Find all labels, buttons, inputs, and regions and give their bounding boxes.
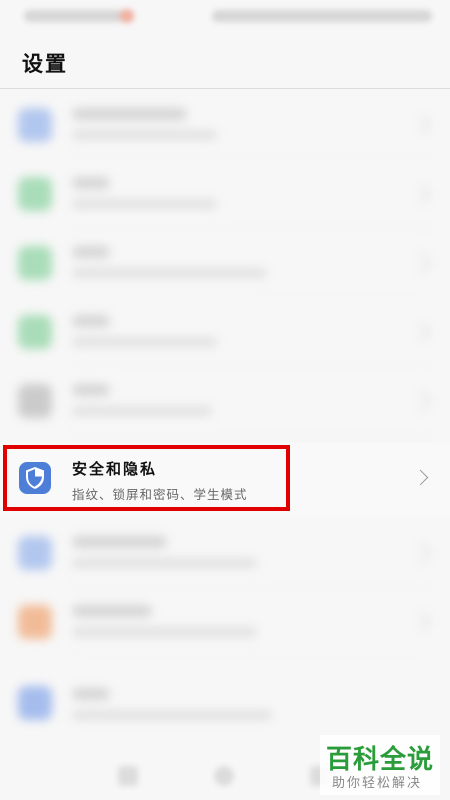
row-divider: [72, 434, 432, 435]
settings-app-icon: [18, 384, 52, 418]
chevron-right-icon: [411, 612, 431, 632]
settings-row-2[interactable]: [0, 159, 450, 228]
row-title-placeholder: [72, 688, 110, 700]
row-subtitle-placeholder: [72, 268, 267, 278]
settings-row-4[interactable]: [0, 297, 450, 366]
row-subtitle-placeholder: [72, 130, 217, 140]
row-subtitle-placeholder: [72, 199, 217, 209]
status-bar-left-indicators: [24, 10, 134, 22]
settings-list-lower: [0, 518, 450, 656]
row-title-placeholder: [72, 177, 110, 189]
highlight-annotation-box: [3, 445, 290, 511]
settings-list: [0, 90, 450, 435]
watermark-title: 百科全说: [326, 745, 435, 775]
chevron-right-icon: [412, 469, 429, 486]
chevron-right-icon: [411, 253, 431, 273]
settings-row-3[interactable]: [0, 228, 450, 297]
settings-row-5[interactable]: [0, 366, 450, 435]
row-subtitle-placeholder: [72, 627, 257, 637]
settings-row-7[interactable]: [0, 518, 450, 587]
row-title-placeholder: [72, 315, 110, 327]
chevron-right-icon: [411, 184, 431, 204]
chevron-right-icon: [411, 391, 431, 411]
row-subtitle-placeholder: [72, 406, 212, 416]
row-title-placeholder: [72, 384, 110, 396]
chevron-right-icon: [411, 115, 431, 135]
row-title-placeholder: [72, 536, 167, 548]
row-subtitle-placeholder: [72, 558, 257, 568]
settings-app-icon: [18, 536, 52, 570]
settings-app-icon: [18, 108, 52, 142]
status-bar: [0, 0, 450, 32]
settings-row-1[interactable]: [0, 90, 450, 159]
page-title: 设置: [22, 52, 68, 76]
back-button[interactable]: [118, 766, 138, 786]
row-divider: [72, 655, 432, 656]
settings-app-icon: [18, 177, 52, 211]
notification-dot-icon: [120, 9, 134, 23]
settings-app-icon: [18, 315, 52, 349]
row-title-placeholder: [72, 108, 187, 120]
settings-header: 设置: [0, 32, 450, 90]
row-title-placeholder: [72, 246, 110, 258]
status-bar-right-indicators: [212, 10, 432, 22]
settings-row-8[interactable]: [0, 587, 450, 656]
row-subtitle-placeholder: [72, 337, 217, 347]
row-title-placeholder: [72, 605, 152, 617]
chevron-right-icon: [411, 322, 431, 342]
row-subtitle-placeholder: [72, 710, 272, 720]
chevron-right-icon: [411, 543, 431, 563]
settings-app-icon: [18, 605, 52, 639]
header-divider: [0, 88, 450, 89]
home-button[interactable]: [214, 766, 234, 786]
settings-app-icon: [18, 246, 52, 280]
watermark-logo: 百科全说 助你轻松解决: [320, 735, 440, 795]
settings-app-icon: [18, 686, 52, 720]
watermark-subtitle: 助你轻松解决: [332, 776, 423, 791]
